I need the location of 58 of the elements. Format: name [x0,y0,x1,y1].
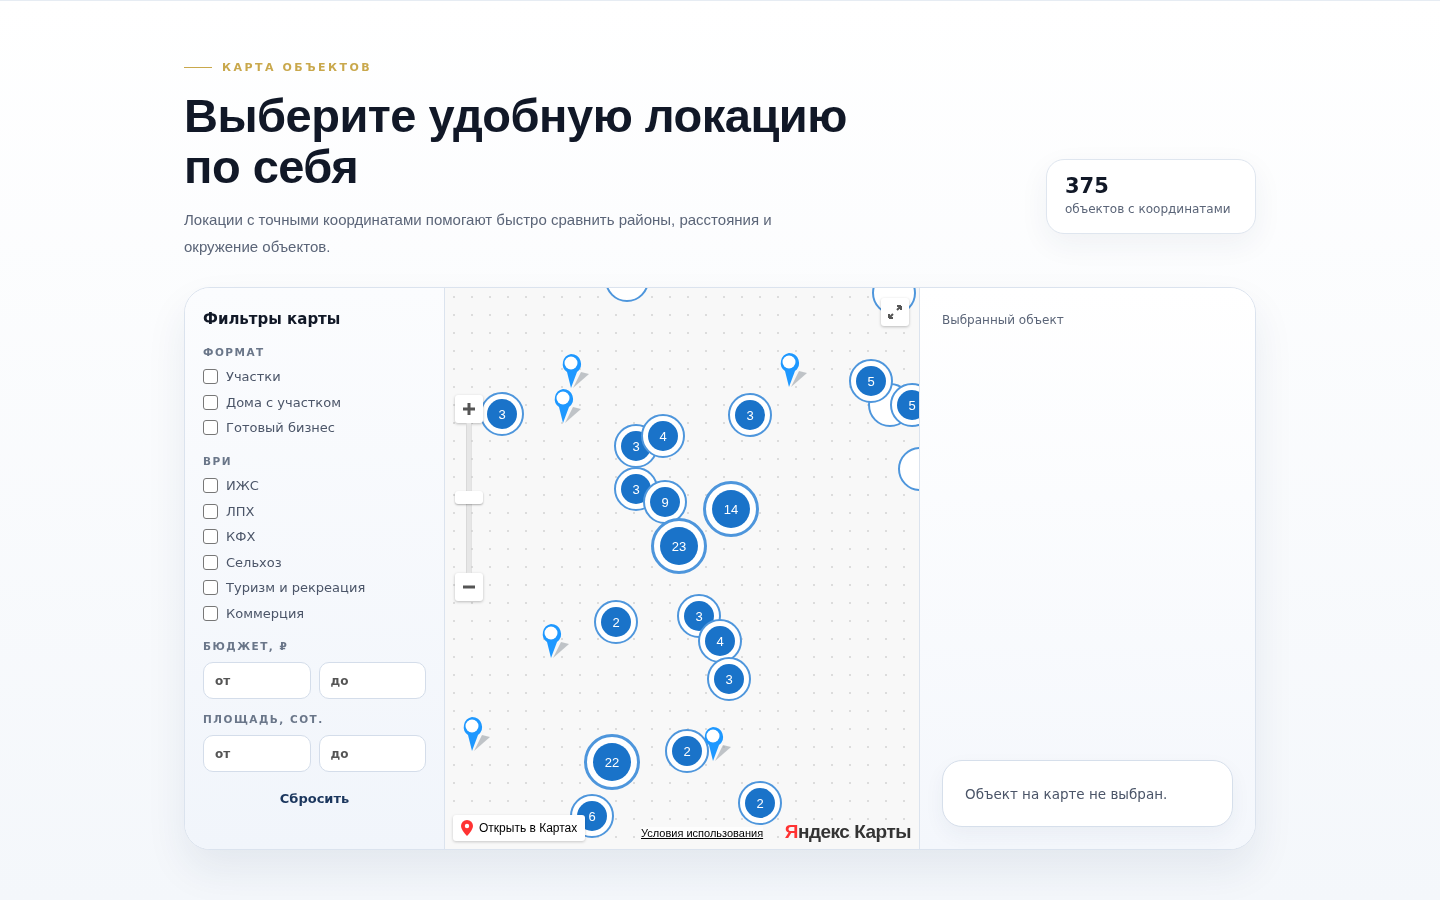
section-eyebrow: КАРТА ОБЪЕКТОВ [222,61,373,74]
checkbox-label[interactable]: Готовый бизнес [226,420,335,436]
plus-icon [462,402,476,416]
zoom-handle[interactable] [455,491,483,504]
checkbox[interactable] [203,580,218,596]
cluster-marker[interactable]: 3 [728,393,772,437]
selected-title: Выбранный объект [942,313,1065,327]
input-field[interactable]: до [318,662,426,700]
cluster-marker[interactable]: 2 [738,781,782,825]
cluster-marker[interactable]: 2 [594,600,638,644]
checkbox-label[interactable]: ИЖС [226,478,259,494]
checkbox-label[interactable]: КФХ [226,529,256,545]
group-title: ФОРМАТ [203,346,266,358]
cluster-marker[interactable]: 4 [641,414,685,458]
checkbox-label[interactable]: Коммерция [226,606,305,622]
map-view[interactable]: 3 3 3 4 3 9 14 23 2 3 4 3 2 22 6 2 5 5 Открыть в Картах Условия использования Яндекс Карты [445,288,920,849]
zoom-in-button[interactable] [455,395,483,423]
open-in-maps-button[interactable]: Открыть в Картах [453,815,586,841]
location-pin-icon [461,820,473,836]
cluster-marker[interactable]: 9 [643,480,687,524]
stat-value: 375 [1065,174,1110,198]
terms-link[interactable]: Условия использования [641,827,764,839]
cluster-marker[interactable]: 22 [584,734,640,790]
input-field[interactable]: от [203,735,311,773]
range-title: БЮДЖЕТ, ₽ [203,640,290,653]
group-title: ВРИ [203,454,233,467]
checkbox[interactable] [203,503,218,519]
checkbox[interactable] [203,606,218,622]
checkbox-label[interactable]: Дома с участком [226,394,341,410]
checkbox[interactable] [203,369,218,385]
maps-logo: Яндекс Карты [784,821,911,843]
reset-button[interactable]: Сбросить [203,790,426,808]
checkbox[interactable] [203,478,218,494]
cluster-marker[interactable]: 3 [480,392,524,436]
checkbox-label[interactable]: Сельхоз [226,554,282,570]
checkbox-label[interactable]: ЛПХ [226,503,255,519]
checkbox[interactable] [203,529,218,545]
zoom-out-button[interactable] [455,573,483,601]
cluster-marker[interactable]: 23 [651,518,707,574]
checkbox-label[interactable]: Участки [226,369,281,385]
page-title: Выберите удобную локацию по себя [184,90,848,192]
input-field[interactable]: до [318,735,426,773]
checkbox[interactable] [203,420,218,436]
empty-state-text: Объект на карте не выбран. [965,785,1168,802]
expand-icon [888,305,902,319]
fullscreen-button[interactable] [881,298,909,326]
filters-title: Фильтры карты [203,310,342,328]
range-title: ПЛОЩАДЬ, СОТ. [203,713,325,726]
cluster-marker[interactable]: 2 [665,729,709,773]
cluster-marker[interactable]: 3 [707,657,751,701]
checkbox[interactable] [203,554,218,570]
page-subtitle: Локации с точными координатами помогают быстро сравнить районы, расстояния и окружение объектов. [184,210,773,257]
cluster-marker[interactable]: 14 [703,481,759,537]
checkbox-label[interactable]: Туризм и рекреация [226,580,366,596]
cluster-marker[interactable]: 5 [849,359,893,403]
input-field[interactable]: от [203,662,311,700]
checkbox[interactable] [203,394,218,410]
stat-label: объектов с координатами [1065,202,1232,216]
